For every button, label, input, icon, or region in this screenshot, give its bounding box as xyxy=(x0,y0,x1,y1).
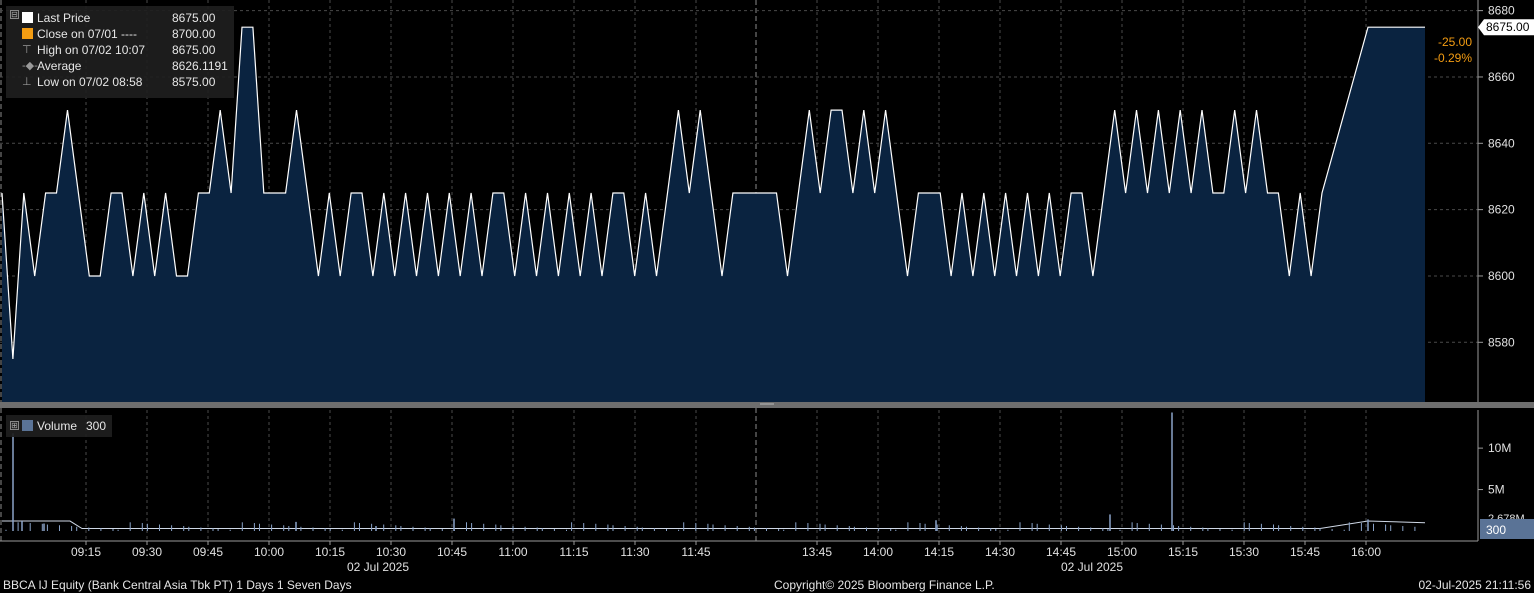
legend-value: 8700.00 xyxy=(172,27,216,41)
price-legend: ⊟ Last Price 8675.00 Close on 07/01 ----… xyxy=(6,6,234,98)
legend-value: 8575.00 xyxy=(172,75,216,89)
high-marker-icon: ⊤ xyxy=(22,44,32,56)
time-tick-label: 15:45 xyxy=(1290,545,1320,559)
close-swatch xyxy=(22,28,33,39)
price-tick-label: 8660 xyxy=(1488,70,1515,84)
time-tick-label: 14:00 xyxy=(863,545,893,559)
volume-legend: ⊞ Volume 300 xyxy=(6,415,112,437)
timestamp: 02-Jul-2025 21:11:56 xyxy=(1418,578,1531,592)
date-label: 02 Jul 2025 xyxy=(347,560,409,574)
time-tick-label: 11:00 xyxy=(498,545,527,559)
panel-splitter xyxy=(0,402,1534,408)
price-tick-label: 8600 xyxy=(1488,269,1515,283)
time-tick-label: 15:00 xyxy=(1107,545,1137,559)
volume-last-tag-label: 300 xyxy=(1486,523,1506,537)
time-tick-label: 10:30 xyxy=(376,545,406,559)
legend-label: Volume xyxy=(37,419,78,433)
legend-value: 8626.1191 xyxy=(172,59,228,73)
low-marker-icon: ⊥ xyxy=(22,76,32,88)
legend-average: -◆- Average 8626.1191 xyxy=(16,58,228,74)
price-change-percent: -0.29% xyxy=(1434,51,1472,65)
security-description: BBCA IJ Equity (Bank Central Asia Tbk PT… xyxy=(3,578,352,592)
volume-tick-label: 5M xyxy=(1488,483,1505,497)
time-tick-label: 09:15 xyxy=(71,545,101,559)
legend-value: 300 xyxy=(86,419,107,433)
price-tick-label: 8640 xyxy=(1488,136,1515,150)
legend-low: ⊥ Low on 07/02 08:58 8575.00 xyxy=(16,74,228,90)
date-label: 02 Jul 2025 xyxy=(1061,560,1123,574)
legend-volume: Volume 300 xyxy=(16,418,112,434)
time-tick-label: 10:15 xyxy=(315,545,345,559)
legend-label: Average xyxy=(37,59,82,73)
volume-tick-label: 10M xyxy=(1488,441,1511,455)
price-tick-label: 8680 xyxy=(1488,4,1515,18)
price-tick-label: 8620 xyxy=(1488,203,1515,217)
legend-value: 8675.00 xyxy=(172,11,216,25)
last-price-tag-label: 8675.00 xyxy=(1486,20,1530,34)
legend-label: Last Price xyxy=(37,11,91,25)
time-tick-label: 10:45 xyxy=(437,545,467,559)
time-tick-label: 09:30 xyxy=(132,545,162,559)
price-change: -25.00 xyxy=(1438,35,1472,49)
average-marker-icon: -◆- xyxy=(22,60,38,72)
time-tick-label: 14:30 xyxy=(985,545,1015,559)
time-tick-label: 16:00 xyxy=(1351,545,1381,559)
copyright-notice: Copyright© 2025 Bloomberg Finance L.P. xyxy=(774,578,995,592)
time-tick-label: 14:15 xyxy=(924,545,954,559)
last-price-swatch xyxy=(22,12,33,23)
legend-label: High on 07/02 10:07 xyxy=(37,43,146,57)
legend-close: Close on 07/01 ---- 8700.00 xyxy=(16,26,228,42)
time-tick-label: 09:45 xyxy=(193,545,223,559)
legend-label: Close on 07/01 ---- xyxy=(37,27,138,41)
legend-label: Low on 07/02 08:58 xyxy=(37,75,143,89)
time-tick-label: 10:00 xyxy=(254,545,284,559)
time-tick-label: 11:45 xyxy=(681,545,710,559)
time-tick-label: 11:30 xyxy=(620,545,649,559)
volume-swatch xyxy=(22,420,33,431)
legend-last-price: Last Price 8675.00 xyxy=(16,10,228,26)
time-tick-label: 15:15 xyxy=(1168,545,1198,559)
volume-panel xyxy=(0,408,1478,541)
legend-value: 8675.00 xyxy=(172,43,216,57)
time-tick-label: 11:15 xyxy=(559,545,588,559)
legend-high: ⊤ High on 07/02 10:07 8675.00 xyxy=(16,42,228,58)
time-tick-label: 14:45 xyxy=(1046,545,1076,559)
time-tick-label: 15:30 xyxy=(1229,545,1259,559)
time-tick-label: 13:45 xyxy=(802,545,832,559)
price-tick-label: 8580 xyxy=(1488,335,1515,349)
